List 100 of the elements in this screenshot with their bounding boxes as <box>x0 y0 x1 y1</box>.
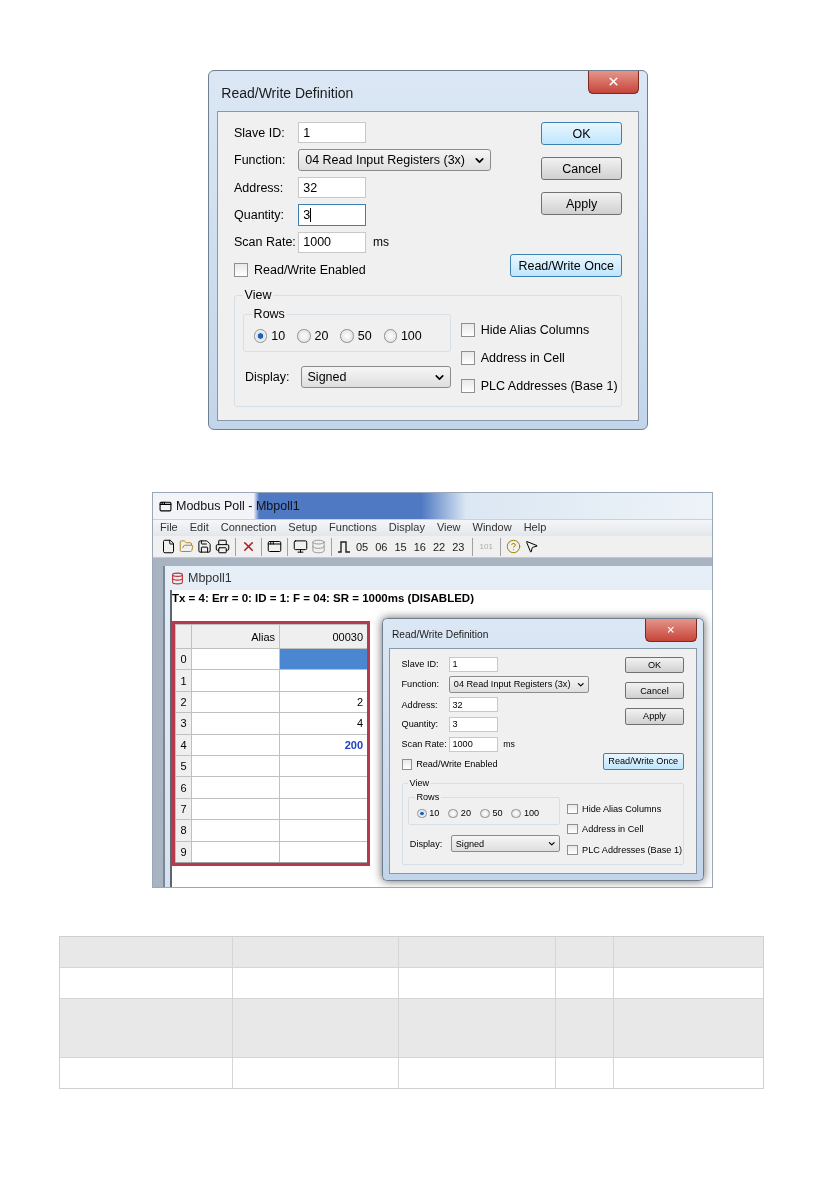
input-field[interactable]: 32 <box>448 696 498 713</box>
menu-item[interactable]: File <box>155 520 183 536</box>
input-field[interactable]: 3 <box>448 716 498 733</box>
function-code-button[interactable]: 23 <box>450 540 467 553</box>
input-field[interactable]: 1000 <box>298 231 366 253</box>
radio-option[interactable]: 100 <box>383 329 422 344</box>
pointer-icon[interactable] <box>523 539 539 554</box>
function-code-button[interactable]: 05 <box>354 540 371 553</box>
checkbox[interactable] <box>567 824 578 835</box>
cell-value: 2 <box>356 695 363 708</box>
dialog-button[interactable]: Apply <box>541 192 622 216</box>
status-line: Tx = 4: Err = 0: ID = 1: F = 04: SR = 1000ms (DISABLED) <box>172 591 475 606</box>
save-icon[interactable] <box>197 539 212 554</box>
read-write-once-button[interactable]: Read/Write Once <box>510 254 622 278</box>
radio-option[interactable]: 100 <box>511 808 540 819</box>
field-label: Quantity: <box>234 207 286 222</box>
alias-cell[interactable] <box>191 754 279 777</box>
new-file-icon[interactable] <box>161 539 176 554</box>
function-code-button[interactable]: 16 <box>411 540 428 553</box>
alias-cell[interactable] <box>191 669 279 691</box>
window-title: Modbus Poll - Mbpoll1 <box>176 499 300 513</box>
value-cell[interactable] <box>279 819 367 841</box>
input-field[interactable]: 3 <box>298 204 366 226</box>
alias-cell[interactable] <box>191 712 279 734</box>
function-code-button[interactable]: 06 <box>373 540 390 553</box>
checkbox-label: Hide Alias Columns <box>582 803 662 814</box>
field-label: Slave ID: <box>401 659 440 670</box>
monitor-icon[interactable] <box>293 539 308 554</box>
alias-cell[interactable] <box>191 840 279 862</box>
checkbox[interactable] <box>567 844 578 855</box>
function-select[interactable]: 04 Read Input Registers (3x) <box>448 676 590 693</box>
alias-cell[interactable] <box>191 776 279 798</box>
field-label: Address: <box>401 699 439 710</box>
checkbox[interactable] <box>401 759 412 770</box>
read-write-once-button[interactable]: Read/Write Once <box>602 753 684 770</box>
dialog-button[interactable]: OK <box>541 122 622 146</box>
function-select[interactable]: 04 Read Input Registers (3x) <box>298 149 491 172</box>
menu-item[interactable]: View <box>431 520 466 536</box>
value-cell[interactable] <box>279 648 367 670</box>
input-field[interactable]: 32 <box>298 177 366 199</box>
radio-option[interactable]: 10 <box>416 808 440 819</box>
menu-item[interactable]: Setup <box>283 520 323 536</box>
alias-cell[interactable] <box>191 690 279 713</box>
alias-cell[interactable] <box>191 797 279 820</box>
function-code-button[interactable]: 22 <box>431 540 448 553</box>
alias-cell[interactable] <box>191 648 279 670</box>
checkbox[interactable] <box>234 262 248 277</box>
value-cell[interactable] <box>279 840 367 862</box>
column-header: Alias <box>191 624 279 648</box>
radio-option[interactable]: 20 <box>448 808 471 819</box>
input-field[interactable]: 1 <box>298 122 366 144</box>
display-select[interactable]: Signed <box>300 366 451 389</box>
close-button[interactable] <box>587 71 639 94</box>
checkbox-label: Read/Write Enabled <box>416 759 498 770</box>
app-icon <box>159 499 172 513</box>
window-icon[interactable] <box>267 539 282 554</box>
checkbox[interactable] <box>567 803 578 814</box>
print-icon[interactable] <box>215 539 230 554</box>
value-cell[interactable] <box>279 797 367 820</box>
function-code-button[interactable]: 15 <box>392 540 409 553</box>
dialog-button[interactable]: Apply <box>625 707 684 725</box>
value-cell[interactable] <box>279 669 367 691</box>
input-field[interactable]: 1000 <box>448 736 498 752</box>
checkbox[interactable] <box>460 379 475 394</box>
row-header: 7 <box>175 797 191 820</box>
menu-item[interactable]: Window <box>467 520 517 536</box>
menu-item[interactable]: Help <box>518 520 552 536</box>
field-label: Display: <box>245 370 291 385</box>
alias-cell[interactable] <box>191 733 279 755</box>
menu-item[interactable]: Edit <box>184 520 214 536</box>
delete-icon[interactable] <box>241 539 256 554</box>
value-cell[interactable] <box>279 776 367 798</box>
input-field[interactable]: 1 <box>448 656 498 672</box>
radio-option[interactable]: 50 <box>340 329 372 344</box>
radio-option[interactable]: 20 <box>297 329 329 344</box>
dialog-button[interactable]: OK <box>625 656 684 674</box>
row-header: 5 <box>175 754 191 777</box>
value-cell[interactable]: 200 <box>279 733 367 755</box>
dialog-button[interactable]: Cancel <box>625 682 684 699</box>
corner-cell <box>175 624 191 648</box>
value-cell[interactable] <box>279 754 367 777</box>
menu-item[interactable]: Display <box>383 520 430 536</box>
value-cell[interactable]: 4 <box>279 712 367 734</box>
group-legend: Rows <box>415 791 441 803</box>
menu-item[interactable]: Functions <box>324 520 382 536</box>
checkbox[interactable] <box>460 351 475 366</box>
pulse-icon[interactable] <box>337 539 351 554</box>
value-cell[interactable]: 2 <box>279 690 367 713</box>
dialog-button[interactable]: Cancel <box>541 157 622 181</box>
menu-item[interactable]: Connection <box>215 520 282 536</box>
checkbox-label: Address in Cell <box>480 351 565 366</box>
display-select[interactable]: Signed <box>450 835 561 852</box>
checkbox-label: Address in Cell <box>582 824 644 835</box>
row-header: 6 <box>175 776 191 798</box>
checkbox[interactable] <box>460 323 475 338</box>
radio-option[interactable]: 50 <box>479 808 503 819</box>
column-header: 00030 <box>279 624 367 648</box>
radio-option[interactable]: 10 <box>254 329 286 344</box>
close-button[interactable] <box>645 619 697 642</box>
alias-cell[interactable] <box>191 819 279 841</box>
